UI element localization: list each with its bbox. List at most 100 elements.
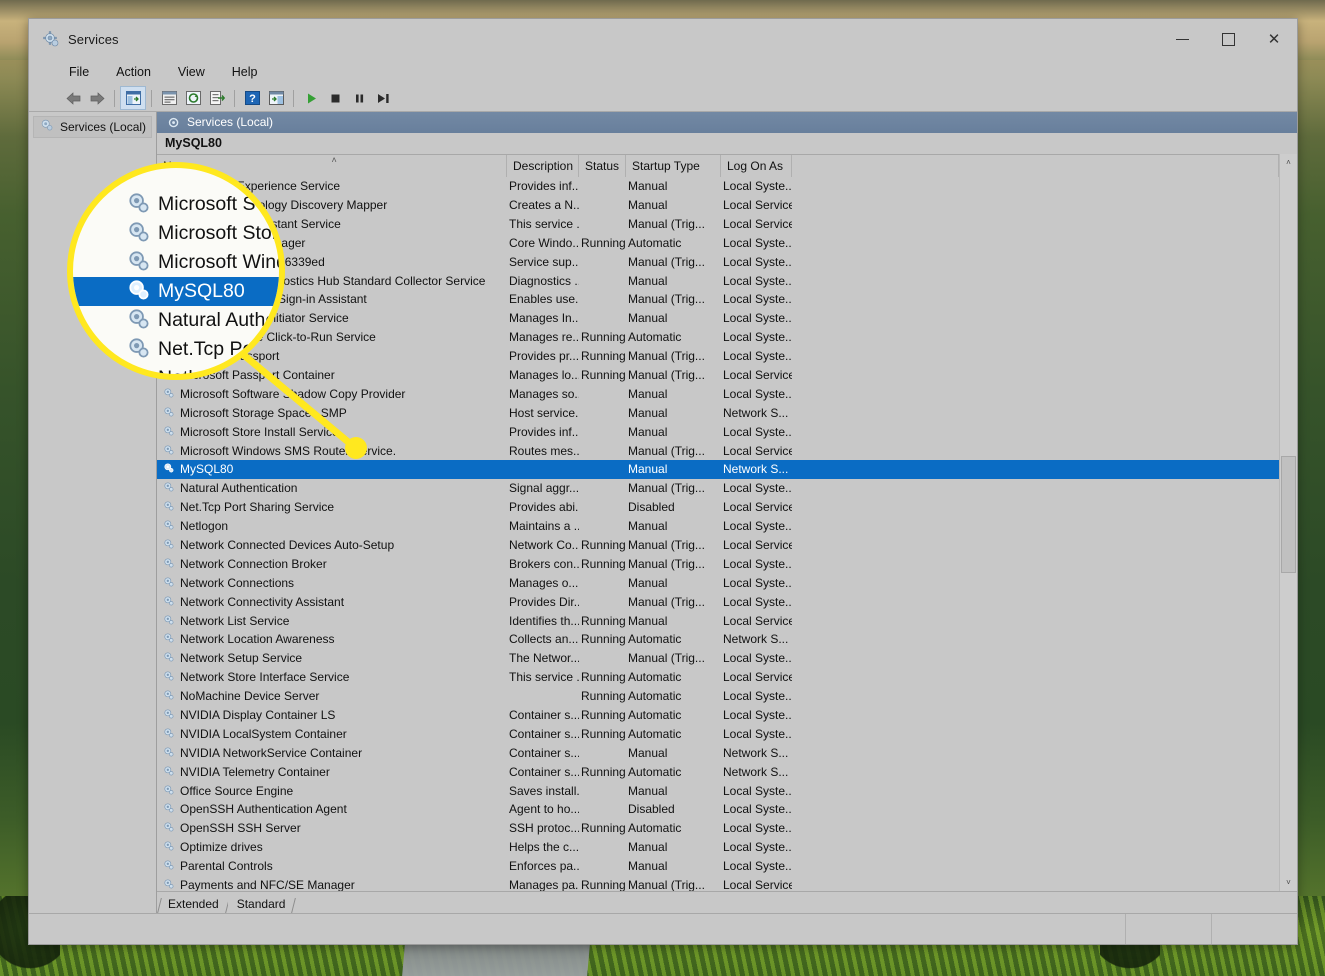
table-row[interactable]: Network Location Awareness Collects an...… xyxy=(157,630,1279,649)
export-list-icon[interactable] xyxy=(205,87,229,109)
table-row[interactable]: Network Store Interface Service This serv… xyxy=(157,668,1279,687)
cell-description: Enables use... xyxy=(509,292,579,307)
service-name-label: Payments and NFC/SE Manager xyxy=(180,878,355,891)
restart-service-icon[interactable] xyxy=(371,87,395,109)
service-name-label: Optimize drives xyxy=(180,840,263,855)
table-row[interactable]: Netlogon Maintains a ... Manual Local Syste… xyxy=(157,517,1279,536)
table-row[interactable]: Local Session Manager Core Windo... Runnin… xyxy=(157,233,1279,252)
minimize-button[interactable] xyxy=(1159,19,1205,59)
table-row[interactable]: Parental Controls Enforces pa... Manual Loc… xyxy=(157,857,1279,876)
vertical-scrollbar[interactable]: ˄ ˅ xyxy=(1279,153,1297,891)
menu-help[interactable]: Help xyxy=(228,63,262,81)
table-row[interactable]: NVIDIA NetworkService Container Container… xyxy=(157,743,1279,762)
table-row[interactable]: Network Connectivity Assistant Provides D… xyxy=(157,592,1279,611)
cell-log-on-as: Local Service xyxy=(723,538,792,553)
scroll-up-button[interactable]: ˄ xyxy=(1280,153,1297,171)
refresh-icon[interactable] xyxy=(181,87,205,109)
table-row[interactable]: Microsoft Office Click-to-Run Service Man… xyxy=(157,328,1279,347)
sort-ascending-icon: ˄ xyxy=(331,154,337,165)
tree-item-services-local[interactable]: Services (Local) xyxy=(33,116,152,138)
cell-description: Container s... xyxy=(509,726,579,741)
table-row[interactable]: Language Experience Service Provides inf.… xyxy=(157,177,1279,196)
menu-file[interactable]: File xyxy=(65,63,93,81)
title-bar[interactable]: Services ✕ xyxy=(29,19,1297,59)
table-row[interactable]: Microsoft Passport Container Manages lo..… xyxy=(157,366,1279,385)
menu-view[interactable]: View xyxy=(174,63,209,81)
cell-startup-type: Manual xyxy=(628,745,668,760)
table-row[interactable]: Microsoft iSCSI Initiator Service Manages… xyxy=(157,309,1279,328)
start-service-icon[interactable] xyxy=(299,87,323,109)
scroll-down-button[interactable]: ˅ xyxy=(1280,873,1297,891)
table-row[interactable]: Office Source Engine Saves install... Manu… xyxy=(157,781,1279,800)
pause-service-icon[interactable] xyxy=(347,87,371,109)
cell-startup-type: Manual xyxy=(628,840,668,855)
cell-log-on-as: Network S... xyxy=(723,745,789,760)
table-row[interactable]: Natural Authentication Signal aggr... Manu… xyxy=(157,479,1279,498)
table-row[interactable]: Network Connected Devices Auto-Setup Netw… xyxy=(157,536,1279,555)
services-gear-icon xyxy=(163,708,174,722)
table-row[interactable]: NoMachine Device Server Running Automatic L… xyxy=(157,687,1279,706)
cell-description: Manages re... xyxy=(509,330,579,345)
table-row[interactable]: Local Profile Assistant Service This serv… xyxy=(157,214,1279,233)
stop-service-icon[interactable] xyxy=(323,87,347,109)
table-row[interactable]: Net.Tcp Port Sharing Service Provides abi… xyxy=(157,498,1279,517)
service-name-label: NVIDIA Display Container LS xyxy=(180,708,336,723)
table-row[interactable]: NVIDIA Display Container LS Container s..… xyxy=(157,706,1279,725)
table-row[interactable]: Payments and NFC/SE Manager Manages pa...… xyxy=(157,876,1279,891)
column-header-status[interactable]: Status xyxy=(579,154,626,177)
close-button[interactable]: ✕ xyxy=(1251,19,1297,59)
table-row[interactable]: OpenSSH SSH Server SSH protoc... Running Au… xyxy=(157,819,1279,838)
tab-standard[interactable]: Standard xyxy=(227,895,297,913)
table-row[interactable]: Microsoft Account Sign-in Assistant Enabl… xyxy=(157,290,1279,309)
toolbar-separator xyxy=(151,89,152,107)
service-name-label: MessagingService_6339ed xyxy=(180,254,325,269)
status-bar-cell xyxy=(1212,914,1297,944)
cell-log-on-as: Local Syste... xyxy=(723,859,792,874)
tab-extended[interactable]: Extended xyxy=(157,895,230,913)
show-action-pane-icon[interactable] xyxy=(264,87,288,109)
services-gear-icon xyxy=(163,462,174,476)
help-icon[interactable]: ? xyxy=(240,87,264,109)
properties-icon[interactable] xyxy=(157,87,181,109)
maximize-button[interactable] xyxy=(1205,19,1251,59)
cell-log-on-as: Local Service xyxy=(723,368,792,382)
table-row[interactable]: Network Connection Broker Brokers con... R… xyxy=(157,554,1279,573)
scrollbar-track[interactable] xyxy=(1280,170,1297,874)
cell-name: Net.Tcp Port Sharing Service xyxy=(157,500,507,514)
table-row[interactable]: NVIDIA Telemetry Container Container s...… xyxy=(157,762,1279,781)
table-row[interactable]: MySQL80 Manual Network S... xyxy=(157,460,1279,479)
table-row[interactable]: Microsoft Windows SMS Router Service. Rou… xyxy=(157,441,1279,460)
scrollbar-thumb[interactable] xyxy=(1281,455,1296,573)
table-row[interactable]: MessagingService_6339ed Service sup... Man… xyxy=(157,252,1279,271)
cell-name: MySQL80 xyxy=(157,462,507,477)
table-row[interactable]: Network List Service Identifies th... Runn… xyxy=(157,611,1279,630)
table-row[interactable]: NVIDIA LocalSystem Container Container s.… xyxy=(157,724,1279,743)
table-row[interactable]: Microsoft Store Install Service Provides … xyxy=(157,422,1279,441)
table-row[interactable]: Microsoft Passport Provides pr... Running M… xyxy=(157,347,1279,366)
table-row[interactable]: Link-Layer Topology Discovery Mapper Crea… xyxy=(157,196,1279,215)
forward-icon[interactable] xyxy=(85,87,109,109)
table-row[interactable]: Network Connections Manages o... Manual Loc… xyxy=(157,573,1279,592)
cell-startup-type: Manual (Trig... xyxy=(628,254,705,269)
cell-name: Microsoft Software Shadow Copy Provider xyxy=(157,387,507,401)
menu-action[interactable]: Action xyxy=(112,63,155,81)
cell-name: Microsoft Windows SMS Router Service. xyxy=(157,444,507,458)
results-pane-header: Services (Local) xyxy=(157,112,1297,133)
column-header-name[interactable]: Name ˄ xyxy=(157,154,507,177)
column-header-startup-type[interactable]: Startup Type xyxy=(626,154,721,177)
selected-service-heading: MySQL80 xyxy=(157,132,1297,154)
back-icon[interactable] xyxy=(61,87,85,109)
table-row[interactable]: Optimize drives Helps the c... Manual Local… xyxy=(157,838,1279,857)
table-row[interactable]: Microsoft (R) Diagnostics Hub Standard C… xyxy=(157,271,1279,290)
status-bar-cell xyxy=(1126,914,1212,944)
table-row[interactable]: OpenSSH Authentication Agent Agent to ho.… xyxy=(157,800,1279,819)
service-name-label: Microsoft Account Sign-in Assistant xyxy=(180,292,367,307)
table-row[interactable]: Microsoft Storage Spaces SMP Host service… xyxy=(157,403,1279,422)
column-header-log-on-as[interactable]: Log On As xyxy=(721,154,792,177)
cell-description: Container s... xyxy=(509,745,579,760)
table-row[interactable]: Network Setup Service The Networ... Manual… xyxy=(157,649,1279,668)
show-hide-console-tree-icon[interactable] xyxy=(120,86,146,110)
column-header-description[interactable]: Description xyxy=(507,154,579,177)
service-name-label: OpenSSH Authentication Agent xyxy=(180,802,347,817)
table-row[interactable]: Microsoft Software Shadow Copy Provider M… xyxy=(157,384,1279,403)
